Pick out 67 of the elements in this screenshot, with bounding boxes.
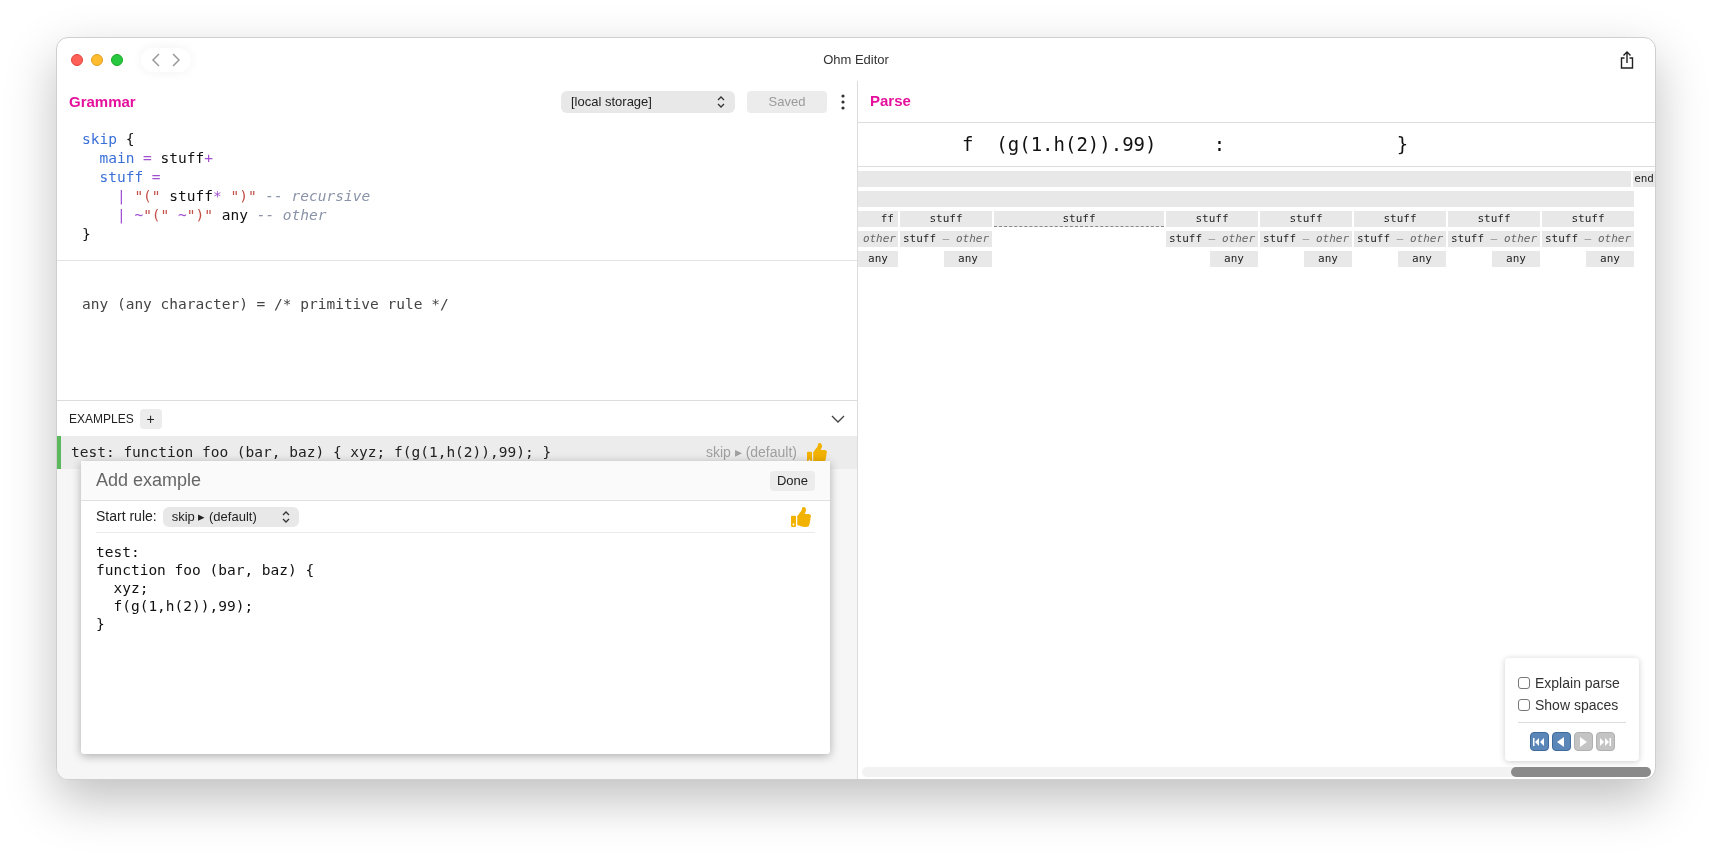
close-button[interactable] bbox=[71, 53, 83, 66]
parse-node[interactable]: any bbox=[1492, 251, 1540, 267]
thumbs-up-icon[interactable] bbox=[791, 506, 811, 527]
parse-node[interactable]: stuff — other bbox=[1448, 231, 1540, 247]
parse-node[interactable]: stuff bbox=[1354, 211, 1446, 227]
step-button[interactable] bbox=[1529, 732, 1549, 751]
code-line: | "(" stuff* ")" -- recursive bbox=[115, 187, 371, 206]
step-button[interactable] bbox=[1551, 732, 1571, 751]
parse-node[interactable]: any bbox=[1398, 251, 1446, 267]
parse-node[interactable]: end bbox=[1633, 171, 1655, 187]
parse-node[interactable]: stuff bbox=[1260, 211, 1352, 227]
done-button[interactable]: Done bbox=[769, 470, 815, 491]
updown-chevron-icon bbox=[717, 96, 725, 108]
back-triangle-icon bbox=[1556, 736, 1566, 747]
option-checkbox[interactable]: Explain parse bbox=[1518, 672, 1626, 694]
parse-node[interactable]: stuff bbox=[994, 211, 1164, 227]
skip-forward-icon bbox=[1599, 736, 1611, 747]
parse-node[interactable]: stuff bbox=[1166, 211, 1258, 227]
parse-node[interactable]: stuff — other bbox=[1166, 231, 1258, 247]
start-rule-label: skip ▸ (default) bbox=[705, 443, 797, 462]
code-line: main = stuff+ bbox=[98, 149, 213, 168]
parse-node[interactable]: any bbox=[1210, 251, 1258, 267]
parse-node[interactable]: any bbox=[944, 251, 992, 267]
parse-node[interactable]: stuff — other bbox=[1260, 231, 1352, 247]
example-text: test: function foo (bar, baz) { xyz; f(g(1,h(2)),99); } bbox=[71, 442, 552, 462]
parse-node[interactable]: stuff bbox=[1448, 211, 1540, 227]
parse-input-text: f (g(1.h(2)).99) : } bbox=[962, 132, 1409, 158]
parse-node[interactable]: any bbox=[1304, 251, 1352, 267]
collapse-chevron-icon[interactable] bbox=[831, 414, 845, 423]
forward-chevron-icon[interactable] bbox=[171, 51, 181, 68]
parse-node[interactable]: stuff — other bbox=[900, 231, 992, 247]
more-icon[interactable] bbox=[841, 94, 845, 110]
parse-node[interactable]: ff bbox=[858, 211, 898, 227]
parse-node[interactable]: any bbox=[1586, 251, 1634, 267]
updown-chevron-icon bbox=[281, 510, 290, 523]
field-label: Start rule: bbox=[96, 507, 157, 526]
add-example-button[interactable]: + bbox=[139, 408, 162, 429]
code-line: stuff = bbox=[98, 168, 161, 187]
storage-select[interactable]: [local storage] bbox=[561, 91, 735, 113]
thumbs-up-icon bbox=[807, 442, 827, 463]
minimize-button[interactable] bbox=[91, 53, 103, 66]
parse-node[interactable]: stuff bbox=[900, 211, 992, 227]
start-rule-select[interactable]: skip ▸ (default) bbox=[162, 506, 299, 527]
back-chevron-icon[interactable] bbox=[151, 51, 161, 68]
horizontal-scrollbar[interactable] bbox=[862, 767, 1651, 777]
parse-node[interactable]: other bbox=[858, 231, 898, 247]
window-title: Ohm Editor bbox=[823, 50, 889, 69]
skip-back-icon bbox=[1533, 736, 1545, 747]
share-icon bbox=[1620, 50, 1634, 69]
parse-node[interactable]: stuff — other bbox=[1354, 231, 1446, 247]
section-title: EXAMPLES bbox=[69, 410, 134, 428]
panel-title: Parse bbox=[870, 91, 911, 112]
parse-node[interactable] bbox=[858, 171, 1632, 187]
code-line: skip { bbox=[82, 130, 135, 149]
zoom-button[interactable] bbox=[111, 53, 123, 66]
rule-description: any (any character) = /* primitive rule */ bbox=[82, 295, 449, 314]
parse-node[interactable]: any bbox=[858, 251, 898, 267]
dialog-title: Add example bbox=[96, 469, 202, 492]
parse-node[interactable]: stuff — other bbox=[1542, 231, 1634, 247]
parse-node[interactable]: stuff bbox=[1542, 211, 1634, 227]
option-checkbox[interactable]: Show spaces bbox=[1518, 694, 1626, 716]
panel-title: Grammar bbox=[69, 91, 136, 112]
parse-node[interactable] bbox=[858, 191, 1634, 207]
example-input-field[interactable]: test: function foo (bar, baz) { xyz; f(g(1,h(2)),99); } bbox=[81, 533, 830, 754]
forward-triangle-icon bbox=[1578, 736, 1588, 747]
code-line: } bbox=[82, 225, 91, 244]
code-line: | ~"(" ~")" any -- other bbox=[115, 206, 327, 225]
